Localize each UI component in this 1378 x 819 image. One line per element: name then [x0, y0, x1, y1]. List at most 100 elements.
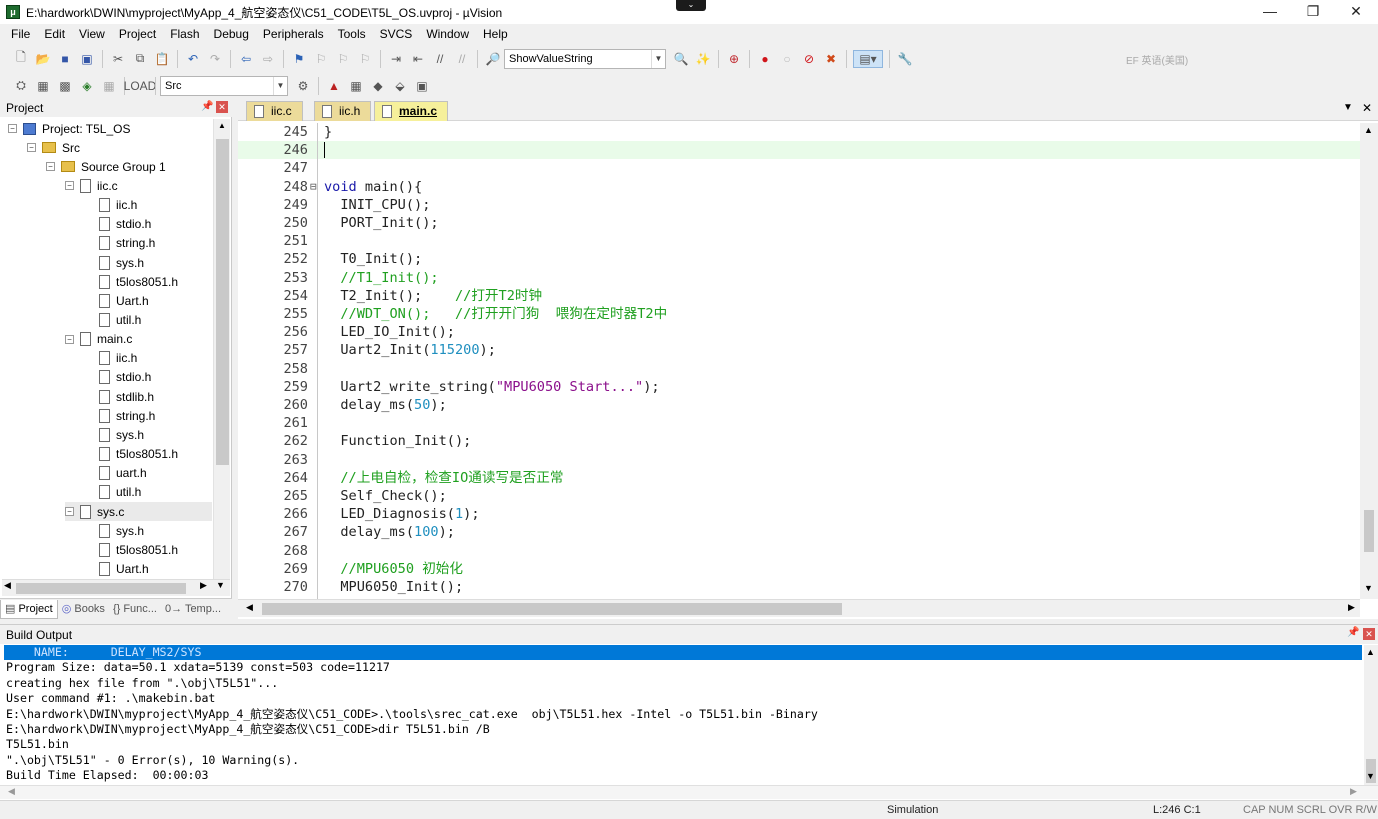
- tree-node[interactable]: Uart.h: [84, 291, 149, 310]
- code-line[interactable]: 261: [238, 414, 1360, 432]
- tree-node[interactable]: − iic.c: [65, 176, 118, 195]
- project-tree-hscrollbar[interactable]: ◀ ▶ ▼: [2, 579, 230, 596]
- chevron-down-icon[interactable]: ▼: [273, 76, 287, 95]
- menu-project[interactable]: Project: [112, 27, 163, 41]
- tree-node[interactable]: − Project: T5L_OS: [8, 119, 131, 138]
- target-combo[interactable]: Src ▼: [160, 75, 288, 96]
- code-line[interactable]: 254 T2_Init(); //打开T2时钟: [238, 287, 1360, 305]
- collapse-chevron-icon[interactable]: ⌄: [676, 0, 706, 11]
- tree-node[interactable]: string.h: [84, 406, 155, 425]
- kill-breakpoints-icon[interactable]: ✖: [822, 50, 840, 68]
- menu-svcs[interactable]: SVCS: [373, 27, 420, 41]
- fold-toggle-icon[interactable]: ⊟: [310, 178, 317, 196]
- tree-collapse-icon[interactable]: −: [65, 334, 74, 344]
- code-line[interactable]: 249 INIT_CPU();: [238, 196, 1360, 214]
- download-icon[interactable]: LOAD: [124, 77, 157, 95]
- close-tab-icon[interactable]: ✕: [1362, 101, 1372, 115]
- code-line[interactable]: 265 Self_Check();: [238, 487, 1360, 505]
- tree-node[interactable]: sys.h: [84, 425, 144, 444]
- find-in-files-icon[interactable]: 🔎: [484, 50, 502, 68]
- tree-node[interactable]: util.h: [84, 311, 141, 330]
- tree-node[interactable]: − main.c: [65, 330, 132, 349]
- manage-components-icon[interactable]: ▲: [325, 77, 343, 95]
- close-panel-icon[interactable]: ✕: [216, 101, 228, 113]
- minimize-button[interactable]: —: [1248, 0, 1292, 24]
- unindent-icon[interactable]: ⇤: [409, 50, 427, 68]
- tree-node[interactable]: sys.h: [84, 521, 144, 540]
- build-output-vscrollbar[interactable]: ▲ ▼: [1364, 645, 1378, 785]
- menu-peripherals[interactable]: Peripherals: [256, 27, 331, 41]
- multi-project-icon[interactable]: ▣: [413, 77, 431, 95]
- debug-wand-icon[interactable]: ✨: [694, 50, 712, 68]
- tree-collapse-icon[interactable]: −: [27, 143, 36, 153]
- code-line[interactable]: 253 //T1_Init();: [238, 269, 1360, 287]
- comment-icon[interactable]: //: [431, 50, 449, 68]
- uncomment-icon[interactable]: //: [453, 50, 471, 68]
- tree-node[interactable]: string.h: [84, 234, 155, 253]
- editor-tab-iic-c[interactable]: iic.c: [246, 101, 303, 121]
- tree-node[interactable]: util.h: [84, 483, 141, 502]
- menu-edit[interactable]: Edit: [37, 27, 72, 41]
- code-line[interactable]: 263: [238, 451, 1360, 469]
- code-line[interactable]: 251: [238, 232, 1360, 250]
- tree-node[interactable]: − Source Group 1: [46, 157, 166, 176]
- editor-vscrollbar[interactable]: ▲ ▼: [1360, 123, 1378, 599]
- restore-button[interactable]: ❐: [1291, 0, 1335, 24]
- tree-node[interactable]: stdio.h: [84, 215, 151, 234]
- indent-icon[interactable]: ⇥: [387, 50, 405, 68]
- chevron-down-icon[interactable]: ▼: [651, 49, 665, 68]
- pin-icon[interactable]: 📌: [201, 101, 213, 112]
- bookmark-set-icon[interactable]: ⚑: [290, 50, 308, 68]
- code-area[interactable]: 245} 246 247 248 ⊟ void main(){249 INIT_CPU()…: [238, 123, 1360, 599]
- code-line[interactable]: 248 ⊟ void main(){: [238, 178, 1360, 196]
- build-output-text[interactable]: NAME: DELAY_MS2/SYS Program Size: data=50…: [4, 645, 1362, 791]
- project-tree-scrollbar[interactable]: ▲: [213, 119, 230, 579]
- editor-hscroll-thumb[interactable]: [262, 603, 842, 615]
- menu-tools[interactable]: Tools: [331, 27, 373, 41]
- select-packs-icon[interactable]: ▦: [347, 77, 365, 95]
- code-line[interactable]: 245}: [238, 123, 1360, 141]
- manage-rte-icon[interactable]: ◆: [369, 77, 387, 95]
- menu-view[interactable]: View: [72, 27, 112, 41]
- build-icon[interactable]: ▦: [34, 77, 52, 95]
- tree-node[interactable]: t5los8051.h: [84, 445, 178, 464]
- panel-tab-1[interactable]: ◎ Books: [58, 600, 109, 619]
- code-line[interactable]: 257 Uart2_Init(115200);: [238, 341, 1360, 359]
- batch-build-icon[interactable]: ◈: [78, 77, 96, 95]
- editor-tab-main-c[interactable]: main.c: [374, 101, 449, 121]
- code-line[interactable]: 259 Uart2_write_string("MPU6050 Start...…: [238, 378, 1360, 396]
- tree-node[interactable]: − sys.c: [65, 502, 212, 521]
- translate-icon[interactable]: ⛭: [12, 77, 30, 95]
- tree-node[interactable]: iic.h: [84, 349, 137, 368]
- menu-debug[interactable]: Debug: [207, 27, 256, 41]
- pack-installer-icon[interactable]: ⬙: [391, 77, 409, 95]
- code-line[interactable]: 264 //上电自检，检查IO通读写是否正常: [238, 469, 1360, 487]
- code-line[interactable]: 266 LED_Diagnosis(1);: [238, 505, 1360, 523]
- editor-hscrollbar[interactable]: ◀ ▶: [238, 599, 1360, 617]
- close-panel-icon[interactable]: ✕: [1363, 628, 1375, 640]
- find-combo[interactable]: ShowValueString ▼: [504, 48, 666, 69]
- close-button[interactable]: ✕: [1334, 0, 1378, 24]
- panel-tab-2[interactable]: {} Func...: [109, 600, 161, 619]
- copy-icon[interactable]: ⧉: [131, 50, 149, 68]
- pin-icon[interactable]: 📌: [1347, 627, 1359, 638]
- redo-icon[interactable]: ↷: [206, 50, 224, 68]
- code-line[interactable]: 258: [238, 360, 1360, 378]
- nav-forward-icon[interactable]: ⇨: [259, 50, 277, 68]
- nav-back-icon[interactable]: ⇦: [237, 50, 255, 68]
- code-line[interactable]: 268: [238, 542, 1360, 560]
- paste-icon[interactable]: 📋: [153, 50, 171, 68]
- menu-flash[interactable]: Flash: [163, 27, 206, 41]
- code-line[interactable]: 252 T0_Init();: [238, 250, 1360, 268]
- tree-node[interactable]: stdlib.h: [84, 387, 154, 406]
- rebuild-icon[interactable]: ▩: [56, 77, 74, 95]
- window-layout-icon[interactable]: ▤▾: [853, 49, 883, 68]
- open-folder-icon[interactable]: 📂: [34, 50, 52, 68]
- menu-help[interactable]: Help: [476, 27, 515, 41]
- tree-node[interactable]: − Src: [27, 138, 80, 157]
- configure-icon[interactable]: 🔧: [896, 50, 914, 68]
- disable-breakpoints-icon[interactable]: ⊘: [800, 50, 818, 68]
- menu-file[interactable]: File: [4, 27, 37, 41]
- tree-node[interactable]: stdio.h: [84, 368, 151, 387]
- cut-icon[interactable]: ✂: [109, 50, 127, 68]
